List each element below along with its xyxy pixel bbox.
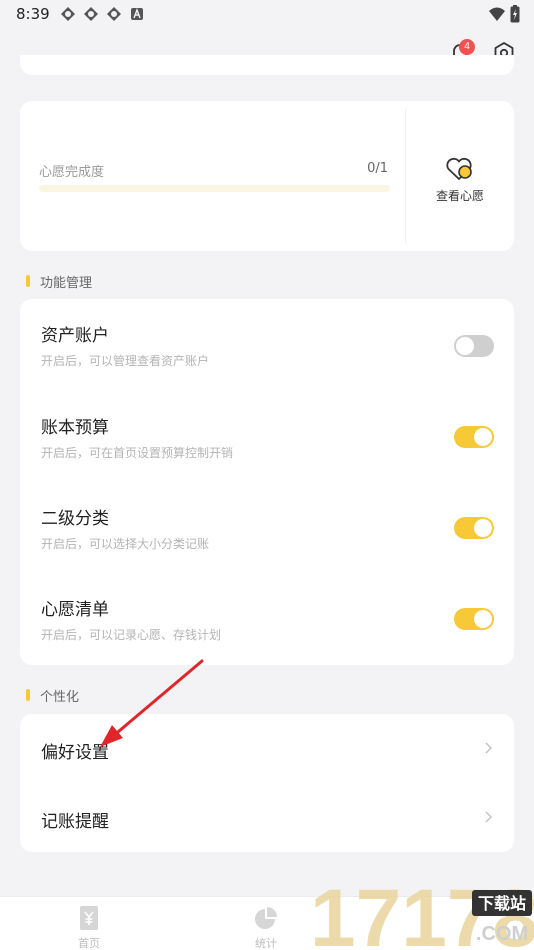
wish-progress-card: 心愿完成度 0/1 查看心愿 [20, 101, 514, 251]
toggle-knob [474, 428, 492, 446]
toggle-knob [474, 519, 492, 537]
watermark-sub: 下载站 [478, 894, 526, 913]
section-marker [26, 689, 30, 701]
reminder-title: 记账提醒 [41, 812, 109, 832]
feature-item-assets: 资产账户 开启后，可以管理查看资产账户 [20, 299, 514, 389]
section-title: 个性化 [40, 689, 80, 705]
battery-icon [510, 5, 520, 23]
site-watermark: 17178 下载站 .COM [310, 873, 534, 950]
personal-section-header: 个性化 [26, 687, 80, 705]
nav-label-home: 首页 [78, 937, 100, 950]
wishlist-toggle[interactable] [454, 608, 494, 630]
feature-desc: 开启后，可以选择大小分类记账 [41, 537, 210, 551]
feature-item-budget: 账本预算 开启后，可在首页设置预算控制开销 [20, 391, 514, 481]
status-time: 8:39 [16, 5, 50, 23]
feature-title: 资产账户 [41, 326, 109, 346]
toggle-knob [474, 610, 492, 628]
notification-badge: 4 [459, 39, 475, 55]
wish-progress-count: 0/1 [367, 161, 388, 176]
toggle-knob [456, 337, 474, 355]
feature-desc: 开启后，可以管理查看资产账户 [41, 354, 210, 368]
status-bar: 8:39 [0, 0, 534, 30]
view-wishes-button[interactable]: 查看心愿 [420, 187, 500, 204]
watermark-domain: .COM [476, 923, 528, 945]
annotation-arrow [100, 659, 204, 747]
assets-toggle[interactable] [454, 335, 494, 357]
nav-label-stats: 统计 [255, 937, 277, 950]
feature-title: 账本预算 [41, 418, 109, 438]
pie-chart-icon [255, 907, 277, 929]
heart-coin-icon[interactable] [445, 156, 475, 182]
chevron-right-icon [485, 742, 493, 754]
app-notification-icon [84, 7, 98, 21]
feature-item-subcategory: 二级分类 开启后，可以选择大小分类记账 [20, 482, 514, 572]
wish-progress-bar [39, 185, 390, 192]
status-right-icons [488, 5, 520, 23]
chevron-right-icon [485, 811, 493, 823]
ledger-icon [80, 906, 98, 930]
feature-desc: 开启后，可在首页设置预算控制开销 [41, 446, 234, 460]
reminder-item[interactable]: 记账提醒 [20, 783, 514, 852]
nav-item-home[interactable]: 首页 [49, 897, 129, 950]
budget-toggle[interactable] [454, 426, 494, 448]
section-title: 功能管理 [40, 275, 93, 291]
feature-desc: 开启后，可以记录心愿、存钱计划 [41, 628, 222, 642]
a-notification-icon [131, 8, 143, 20]
top-card [20, 55, 514, 75]
app-notification-icon [107, 7, 121, 21]
wifi-icon [489, 7, 505, 21]
feature-title: 心愿清单 [41, 600, 109, 620]
feature-item-wishlist: 心愿清单 开启后，可以记录心愿、存钱计划 [20, 573, 514, 663]
subcategory-toggle[interactable] [454, 517, 494, 539]
app-notification-icon [61, 7, 75, 21]
feature-section-header: 功能管理 [26, 273, 93, 291]
wish-progress-label: 心愿完成度 [39, 165, 105, 180]
nav-item-stats[interactable]: 统计 [226, 897, 306, 950]
divider [405, 109, 406, 243]
feature-title: 二级分类 [41, 509, 109, 529]
feature-card: 资产账户 开启后，可以管理查看资产账户 账本预算 开启后，可在首页设置预算控制开… [20, 299, 514, 665]
status-notification-icons [60, 6, 145, 22]
section-marker [26, 275, 30, 287]
